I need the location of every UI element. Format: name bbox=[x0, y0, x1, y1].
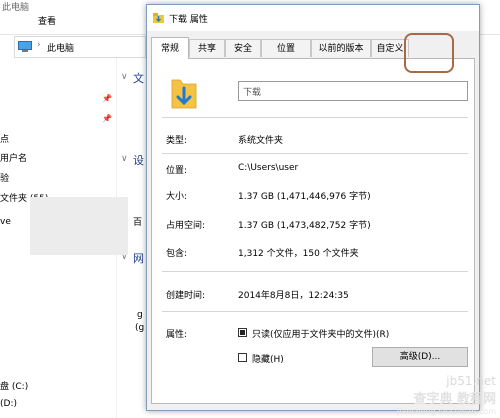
pin-icon: 📌 bbox=[102, 114, 112, 123]
type-label: 类型: bbox=[166, 136, 188, 146]
nav-item[interactable]: ve bbox=[0, 217, 11, 227]
folder-download-icon bbox=[171, 79, 197, 109]
size-value: 1.37 GB (1,471,446,976 字节) bbox=[238, 192, 371, 202]
readonly-label[interactable]: 只读(仅应用于文件夹中的文件)(R) bbox=[252, 327, 389, 340]
created-label: 创建时间: bbox=[166, 291, 206, 301]
section-network-heading: 网 bbox=[133, 252, 144, 265]
computer-icon bbox=[18, 41, 32, 52]
location-tab-highlight bbox=[404, 33, 454, 73]
redacted-block bbox=[30, 197, 128, 255]
section-devices-heading: 设 bbox=[133, 154, 144, 167]
menu-view[interactable]: 查看 bbox=[38, 14, 56, 27]
content-fragment: 百 bbox=[133, 218, 143, 228]
tab-general[interactable]: 常规 bbox=[151, 37, 189, 59]
dialog-titlebar[interactable]: 下载 属性 bbox=[147, 5, 479, 31]
watermark-line: jiaocheng.chazidian.com bbox=[396, 407, 496, 416]
address-text: 此电脑 bbox=[47, 44, 75, 54]
address-bar[interactable]: › 此电脑 bbox=[14, 36, 146, 58]
type-value: 系统文件夹 bbox=[238, 136, 284, 146]
drive-item[interactable]: 盘 (C:) bbox=[0, 379, 28, 392]
size-on-disk-label: 占用空间: bbox=[166, 221, 206, 231]
watermark-line: jb51.net bbox=[446, 374, 496, 388]
chevron-down-icon: ∨ bbox=[121, 72, 128, 82]
size-label: 大小: bbox=[166, 192, 188, 202]
watermark-line: 查字典 教程网 bbox=[413, 392, 496, 407]
properties-dialog: 下载 属性 常规 共享 安全 位置 以前的版本 自定义 类型: 系统文件夹 位置… bbox=[146, 4, 480, 411]
hidden-checkbox[interactable] bbox=[238, 353, 247, 362]
separator bbox=[162, 117, 468, 118]
nav-item[interactable]: 验 bbox=[0, 171, 9, 184]
content-fragment: g bbox=[137, 310, 143, 320]
contains-value: 1,312 个文件，150 个文件夹 bbox=[238, 249, 359, 259]
explorer-title-fragment: 此电脑 bbox=[2, 3, 30, 13]
nav-item[interactable]: 点 bbox=[0, 132, 9, 145]
hidden-label[interactable]: 隐藏(H) bbox=[252, 352, 284, 365]
tab-location[interactable]: 位置 bbox=[261, 39, 311, 57]
tab-security[interactable]: 安全 bbox=[225, 39, 261, 57]
folder-download-icon bbox=[153, 13, 164, 23]
created-value: 2014年8月8日，12:24:35 bbox=[238, 291, 349, 301]
pin-icon: 📌 bbox=[102, 94, 112, 103]
content-fragment: (g bbox=[135, 323, 145, 333]
readonly-checkbox[interactable] bbox=[238, 328, 247, 337]
tab-sharing[interactable]: 共享 bbox=[189, 39, 225, 57]
chevron-down-icon: ∨ bbox=[121, 154, 128, 164]
separator bbox=[162, 271, 468, 272]
drive-item[interactable]: (D:) bbox=[0, 399, 17, 409]
address-chevron-icon: › bbox=[37, 40, 41, 50]
size-on-disk-value: 1.37 GB (1,473,482,752 字节) bbox=[238, 221, 371, 231]
attributes-label: 属性: bbox=[166, 330, 188, 340]
separator bbox=[162, 153, 468, 154]
section-files-heading: 文 bbox=[133, 72, 144, 85]
advanced-button[interactable]: 高级(D)... bbox=[372, 347, 468, 367]
watermark: jb51.net 查字典 教程网 jiaocheng.chazidian.com bbox=[397, 374, 496, 416]
general-panel: 类型: 系统文件夹 位置: C:\Users\user 大小: 1.37 GB … bbox=[151, 58, 475, 404]
location-label: 位置: bbox=[166, 166, 188, 176]
nav-item[interactable]: 用户名 bbox=[0, 151, 27, 164]
contains-label: 包含: bbox=[166, 249, 188, 259]
dialog-title: 下载 属性 bbox=[169, 15, 208, 25]
separator bbox=[162, 311, 468, 312]
folder-name-input[interactable] bbox=[238, 81, 468, 101]
tab-previous-versions[interactable]: 以前的版本 bbox=[311, 39, 371, 57]
location-value: C:\Users\user bbox=[238, 163, 299, 173]
